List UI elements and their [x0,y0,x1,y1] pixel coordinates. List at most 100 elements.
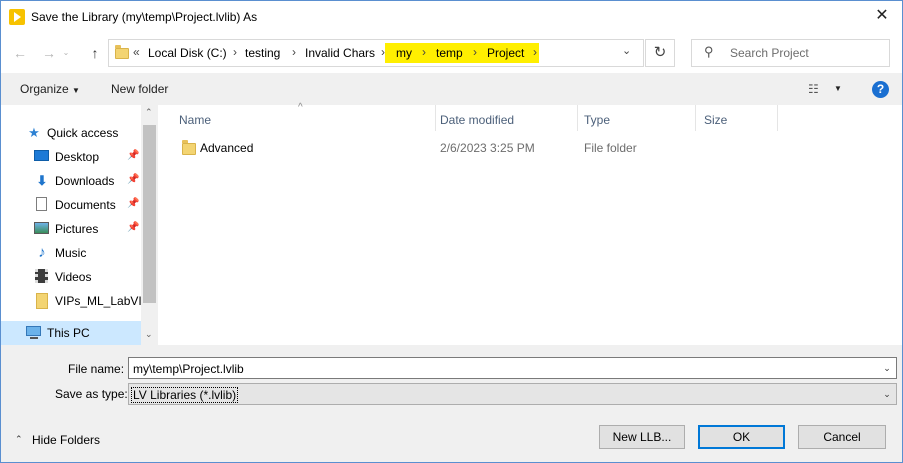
column-divider[interactable] [435,105,436,131]
folder-icon [115,45,129,59]
new-llb-button[interactable]: New LLB... [599,425,685,449]
address-bar[interactable]: « Local Disk (C:) › testing › Invalid Ch… [108,39,644,67]
crumb-invalid-chars[interactable]: Invalid Chars [305,46,375,60]
organize-label: Organize [20,82,69,96]
desktop-icon [34,149,50,164]
crumb-separator-icon[interactable]: › [533,45,537,59]
view-chevron-down-icon[interactable]: ▼ [834,84,842,93]
column-divider[interactable] [577,105,578,131]
pin-icon: 📌 [127,174,140,185]
file-name-input[interactable]: my\temp\Project.lvlib ⌄ [128,357,897,379]
crumb-local-disk[interactable]: Local Disk (C:) [148,46,227,60]
chevron-down-icon: ▼ [72,86,80,95]
crumb-separator-icon[interactable]: › [233,45,237,59]
list-item[interactable]: Advanced 2/6/2023 3:25 PM File folder [176,137,776,159]
sidebar-item-label: Desktop [55,150,100,164]
column-divider[interactable] [777,105,778,131]
column-header-name[interactable]: Name [179,113,211,127]
hide-folders-chevron-icon[interactable]: ⌃ [15,434,23,445]
column-header-type[interactable]: Type [584,113,610,127]
crumb-project[interactable]: Project [487,46,524,60]
document-icon [34,197,50,212]
column-header-date-modified[interactable]: Date modified [440,113,514,127]
refresh-icon[interactable]: ↻ [645,39,675,67]
recent-locations-chevron-icon[interactable]: ⌄ [61,43,71,63]
address-dropdown-chevron-icon[interactable]: ⌄ [622,44,631,57]
sort-caret-icon: ^ [298,102,303,113]
scrollbar-thumb[interactable] [143,125,156,303]
sidebar-item-vips-ml-labview[interactable]: VIPs_ML_LabVIEW [1,289,141,313]
column-header-size[interactable]: Size [704,113,727,127]
cancel-button[interactable]: Cancel [798,425,886,449]
file-list: ^ Name Date modified Type Size Advanced … [158,102,902,345]
pin-icon: 📌 [127,198,140,209]
sidebar-item-label: VIPs_ML_LabVIEW [55,294,141,308]
sidebar-item-label: Documents [55,198,116,212]
labview-app-icon [9,9,25,25]
sidebar-item-label: This PC [47,326,90,340]
sidebar-item-this-pc[interactable]: This PC [1,321,141,345]
search-placeholder: Search Project [730,46,809,60]
chevron-down-icon[interactable]: ⌄ [878,358,896,378]
crumb-separator-icon[interactable]: › [422,45,426,59]
save-as-dialog: Save the Library (my\temp\Project.lvlib)… [0,0,903,463]
file-date: 2/6/2023 3:25 PM [440,141,535,155]
window-title: Save the Library (my\temp\Project.lvlib)… [31,10,258,24]
file-name: Advanced [200,141,254,155]
ok-button[interactable]: OK [698,425,785,449]
crumb-my[interactable]: my [396,46,412,60]
folder-icon [34,293,50,309]
back-arrow-icon[interactable]: ← [10,43,30,63]
scroll-down-icon[interactable]: ⌄ [145,329,153,340]
save-as-type-label: Save as type: [55,387,128,401]
new-folder-button[interactable]: New folder [111,82,168,96]
sidebar-scrollbar[interactable]: ⌃ ⌄ [141,105,158,345]
navigation-pane: ★ Quick access Desktop 📌 ⬇ Downloads 📌 D… [1,105,158,345]
crumb-separator-icon[interactable]: › [292,45,296,59]
column-divider[interactable] [695,105,696,131]
sidebar-item-label: Music [55,246,87,260]
sidebar-item-quick-access[interactable]: ★ Quick access [1,121,141,145]
sidebar-item-label: Downloads [55,174,115,188]
command-toolbar: Organize ▼ New folder ☷ ▼ ? [1,73,902,105]
crumb-separator-icon[interactable]: › [381,45,385,59]
up-arrow-icon[interactable]: ↑ [85,43,105,63]
close-icon[interactable]: ✕ [862,1,902,31]
view-options-icon[interactable]: ☷ [808,82,819,96]
sidebar-item-downloads[interactable]: ⬇ Downloads 📌 [1,169,141,193]
organize-menu[interactable]: Organize ▼ [20,82,80,96]
sidebar-item-videos[interactable]: Videos [1,265,141,289]
sidebar-item-music[interactable]: ♪ Music [1,241,141,265]
crumb-testing[interactable]: testing [245,46,280,60]
navigation-bar: ← → ⌄ ↑ « Local Disk (C:) › testing › In… [1,33,902,73]
sidebar-item-label: Quick access [47,126,119,140]
chevron-down-icon[interactable]: ⌄ [878,384,896,404]
sidebar-item-label: Pictures [55,222,99,236]
sidebar-item-desktop[interactable]: Desktop 📌 [1,145,141,169]
computer-icon [26,325,42,340]
pin-icon: 📌 [127,150,140,161]
video-icon [34,269,50,284]
save-as-type-value: LV Libraries (*.lvlib) [131,387,239,403]
crumb-separator-icon[interactable]: › [473,45,477,59]
file-name-value: my\temp\Project.lvlib [133,362,244,376]
search-input[interactable]: ⚲ Search Project [691,39,890,67]
help-icon[interactable]: ? [872,81,889,98]
hide-folders-button[interactable]: Hide Folders [32,433,100,447]
scroll-up-icon[interactable]: ⌃ [145,107,153,118]
overflow-chevron[interactable]: « [133,45,140,59]
forward-arrow-icon[interactable]: → [39,43,59,63]
save-as-type-select[interactable]: LV Libraries (*.lvlib) ⌄ [128,383,897,405]
sidebar-item-documents[interactable]: Documents 📌 [1,193,141,217]
star-icon: ★ [28,125,40,140]
save-form-panel: File name: my\temp\Project.lvlib ⌄ Save … [1,345,902,462]
pin-icon: 📌 [127,222,140,233]
search-icon: ⚲ [704,44,714,59]
sidebar-item-pictures[interactable]: Pictures 📌 [1,217,141,241]
picture-icon [34,221,50,236]
music-icon: ♪ [38,244,46,261]
download-icon: ⬇ [36,173,48,188]
crumb-temp[interactable]: temp [436,46,463,60]
file-type: File folder [584,141,637,155]
folder-icon [182,140,196,155]
